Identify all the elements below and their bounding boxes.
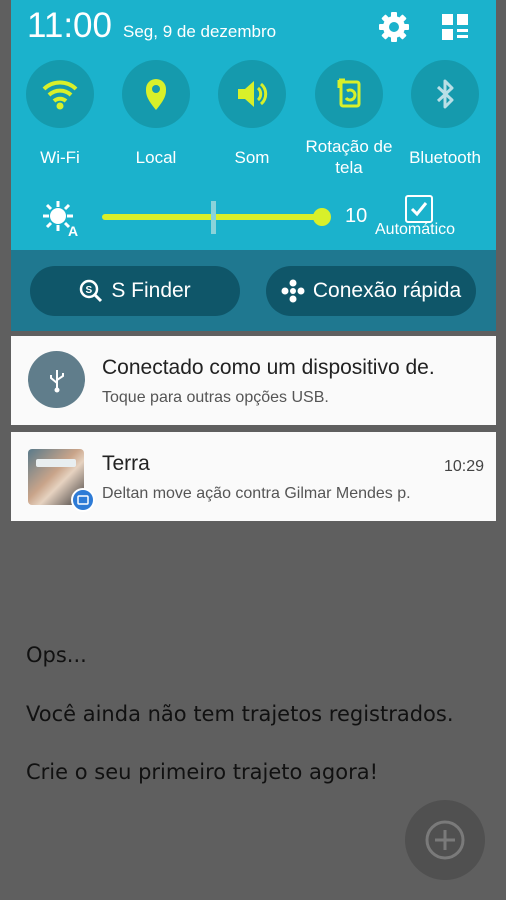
clock: 11:00 [27, 6, 112, 45]
svg-text:S: S [86, 285, 93, 296]
volume-icon [238, 81, 268, 107]
terra-notification-text: Deltan move ação contra Gilmar Mendes p. [102, 485, 411, 502]
bluetooth-toggle[interactable] [411, 60, 479, 128]
s-finder-search-icon: S [80, 279, 103, 303]
check-icon [410, 202, 428, 217]
brightness-default-marker [211, 201, 216, 234]
brightness-auto-icon: A [41, 199, 81, 244]
quick-connect-label: Conexão rápida [312, 279, 462, 302]
location-toggle[interactable] [122, 60, 190, 128]
auto-brightness-label: Automático [375, 221, 456, 238]
usb-notification[interactable]: Conectado como um dispositivo de. Toque … [11, 336, 496, 425]
wifi-icon [42, 80, 78, 110]
brightness-slider-thumb[interactable] [313, 208, 331, 226]
sound-label: Som [234, 148, 270, 167]
usb-icon [28, 351, 85, 408]
bluetooth-label: Bluetooth [409, 148, 481, 167]
terra-notification-time: 10:29 [443, 458, 484, 475]
brightness-value: 10 [345, 205, 368, 227]
date: Seg, 9 de dezembro [123, 22, 277, 41]
edit-toggles-icon[interactable] [438, 10, 472, 44]
s-finder-button[interactable]: S S Finder [30, 266, 240, 316]
notification-shade: 11:00 Seg, 9 de dezembro Wi-Fi Local Som… [11, 0, 496, 331]
rotation-label: Rotação de tela [305, 137, 393, 177]
quick-connect-button[interactable]: Conexão rápida [266, 266, 476, 316]
s-finder-label: S Finder [111, 279, 191, 302]
wifi-label: Wi-Fi [40, 148, 80, 167]
terra-notification[interactable]: Terra 10:29 Deltan move ação contra Gilm… [11, 432, 496, 521]
svg-text:A: A [68, 223, 78, 239]
wifi-toggle[interactable] [26, 60, 94, 128]
location-icon [146, 79, 166, 110]
quick-settings-panel: 11:00 Seg, 9 de dezembro Wi-Fi Local Som… [11, 0, 496, 250]
empty-message: Você ainda não tem trajetos registrados. [26, 702, 454, 726]
bluetooth-icon [436, 79, 454, 109]
empty-title: Ops... [26, 643, 87, 667]
sound-toggle[interactable] [218, 60, 286, 128]
rotation-toggle[interactable] [315, 60, 383, 128]
location-label: Local [135, 148, 177, 167]
quick-connect-icon [281, 279, 305, 303]
add-route-button[interactable] [405, 800, 485, 880]
empty-cta-text: Crie o seu primeiro trajeto agora! [26, 760, 379, 784]
auto-brightness-checkbox[interactable] [405, 195, 433, 223]
plus-circle-icon [425, 820, 465, 860]
settings-gear-icon[interactable] [377, 10, 411, 44]
rotation-icon [337, 78, 361, 108]
terra-notification-title: Terra [102, 452, 150, 475]
usb-notification-subtitle: Toque para outras opções USB. [102, 389, 329, 406]
usb-notification-title: Conectado como um dispositivo de. [102, 356, 435, 379]
message-badge-icon [71, 488, 95, 512]
